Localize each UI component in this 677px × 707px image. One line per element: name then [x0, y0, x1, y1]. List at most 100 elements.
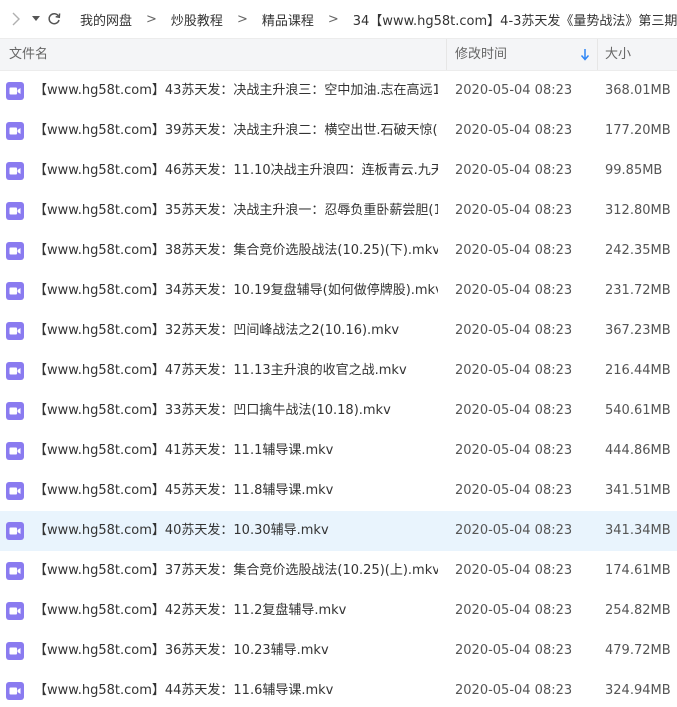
file-row[interactable]: 【www.hg58t.com】34苏天发：10.19复盘辅导(如何做停牌股).m… — [0, 271, 677, 311]
file-name[interactable]: 【www.hg58t.com】44苏天发：11.6辅导课.mkv — [34, 671, 438, 707]
video-file-icon — [6, 282, 24, 300]
file-row[interactable]: 【www.hg58t.com】38苏天发：集合竞价选股战法(10.25)(下).… — [0, 231, 677, 271]
column-divider[interactable] — [446, 39, 447, 70]
file-row[interactable]: 【www.hg58t.com】44苏天发：11.6辅导课.mkv 2020-05-… — [0, 671, 677, 707]
file-list: 【www.hg58t.com】43苏天发：决战主升浪三：空中加油.志在高远11.… — [0, 71, 677, 707]
video-file-icon — [6, 482, 24, 500]
file-modified-time: 2020-05-04 08:23 — [455, 443, 573, 458]
file-name[interactable]: 【www.hg58t.com】38苏天发：集合竞价选股战法(10.25)(下).… — [34, 231, 438, 271]
file-row[interactable]: 【www.hg58t.com】41苏天发：11.1辅导课.mkv 2020-05-… — [0, 431, 677, 471]
column-header-row: 文件名 修改时间 大小 — [0, 38, 677, 71]
file-row[interactable]: 【www.hg58t.com】45苏天发：11.8辅导课.mkv 2020-05-… — [0, 471, 677, 511]
file-row[interactable]: 【www.hg58t.com】33苏天发：凹口擒牛战法(10.18).mkv 20… — [0, 391, 677, 431]
file-size: 216.44MB — [605, 363, 671, 378]
file-name[interactable]: 【www.hg58t.com】47苏天发：11.13主升浪的收官之战.mkv — [34, 351, 438, 391]
file-size: 444.86MB — [605, 443, 671, 458]
video-file-icon — [6, 602, 24, 620]
file-size: 254.82MB — [605, 603, 671, 618]
video-file-icon — [6, 202, 24, 220]
file-name[interactable]: 【www.hg58t.com】37苏天发：集合竞价选股战法(10.25)(上).… — [34, 551, 438, 591]
file-modified-time: 2020-05-04 08:23 — [455, 643, 573, 658]
column-header-modified[interactable]: 修改时间 — [455, 39, 507, 70]
file-size: 231.72MB — [605, 283, 671, 298]
file-size: 540.61MB — [605, 403, 671, 418]
file-modified-time: 2020-05-04 08:23 — [455, 163, 573, 178]
file-modified-time: 2020-05-04 08:23 — [455, 203, 573, 218]
file-modified-time: 2020-05-04 08:23 — [455, 83, 573, 98]
file-name[interactable]: 【www.hg58t.com】33苏天发：凹口擒牛战法(10.18).mkv — [34, 391, 438, 431]
file-name[interactable]: 【www.hg58t.com】46苏天发：11.10决战主升浪四：连板青云.九天… — [34, 151, 438, 191]
breadcrumb-separator: > — [146, 11, 157, 27]
file-modified-time: 2020-05-04 08:23 — [455, 243, 573, 258]
file-size: 174.61MB — [605, 563, 671, 578]
file-row[interactable]: 【www.hg58t.com】40苏天发：10.30辅导.mkv 2020-05-… — [0, 511, 677, 551]
file-modified-time: 2020-05-04 08:23 — [455, 363, 573, 378]
file-row[interactable]: 【www.hg58t.com】46苏天发：11.10决战主升浪四：连板青云.九天… — [0, 151, 677, 191]
file-modified-time: 2020-05-04 08:23 — [455, 523, 573, 538]
file-size: 479.72MB — [605, 643, 671, 658]
chevron-right-icon[interactable] — [11, 9, 21, 29]
file-size: 242.35MB — [605, 243, 671, 258]
video-file-icon — [6, 122, 24, 140]
column-header-name[interactable]: 文件名 — [9, 39, 48, 70]
refresh-icon[interactable] — [47, 9, 61, 29]
video-file-icon — [6, 322, 24, 340]
sort-arrow-down-icon[interactable] — [580, 39, 590, 70]
breadcrumb-premium-courses[interactable]: 精品课程 — [262, 10, 314, 29]
file-name[interactable]: 【www.hg58t.com】41苏天发：11.1辅导课.mkv — [34, 431, 438, 471]
breadcrumb-stock-tutorials[interactable]: 炒股教程 — [171, 10, 223, 29]
video-file-icon — [6, 562, 24, 580]
file-modified-time: 2020-05-04 08:23 — [455, 483, 573, 498]
file-row[interactable]: 【www.hg58t.com】36苏天发：10.23辅导.mkv 2020-05-… — [0, 631, 677, 671]
file-name[interactable]: 【www.hg58t.com】39苏天发：决战主升浪二：横空出世.石破天惊(10… — [34, 111, 438, 151]
file-row[interactable]: 【www.hg58t.com】47苏天发：11.13主升浪的收官之战.mkv 20… — [0, 351, 677, 391]
breadcrumb-my-drive[interactable]: 我的网盘 — [80, 10, 132, 29]
file-name[interactable]: 【www.hg58t.com】32苏天发：凹间峰战法之2(10.16).mkv — [34, 311, 438, 351]
video-file-icon — [6, 362, 24, 380]
file-size: 367.23MB — [605, 323, 671, 338]
breadcrumb-separator: > — [327, 11, 339, 27]
column-header-size[interactable]: 大小 — [605, 39, 631, 70]
file-name[interactable]: 【www.hg58t.com】45苏天发：11.8辅导课.mkv — [34, 471, 438, 511]
file-name[interactable]: 【www.hg58t.com】36苏天发：10.23辅导.mkv — [34, 631, 438, 671]
file-modified-time: 2020-05-04 08:23 — [455, 603, 573, 618]
file-modified-time: 2020-05-04 08:23 — [455, 563, 573, 578]
file-name[interactable]: 【www.hg58t.com】40苏天发：10.30辅导.mkv — [34, 511, 438, 551]
file-name[interactable]: 【www.hg58t.com】42苏天发：11.2复盘辅导.mkv — [34, 591, 438, 631]
file-size: 177.20MB — [605, 123, 671, 138]
file-row[interactable]: 【www.hg58t.com】42苏天发：11.2复盘辅导.mkv 2020-05… — [0, 591, 677, 631]
column-divider[interactable] — [597, 39, 598, 70]
file-modified-time: 2020-05-04 08:23 — [455, 283, 573, 298]
file-row[interactable]: 【www.hg58t.com】39苏天发：决战主升浪二：横空出世.石破天惊(10… — [0, 111, 677, 151]
file-size: 341.51MB — [605, 483, 671, 498]
breadcrumb-current-folder[interactable]: 34【www.hg58t.com】4-3苏天发《量势战法》第三期 — [353, 10, 677, 29]
file-modified-time: 2020-05-04 08:23 — [455, 323, 573, 338]
file-size: 341.34MB — [605, 523, 671, 538]
video-file-icon — [6, 442, 24, 460]
file-size: 324.94MB — [605, 683, 671, 698]
file-size: 312.80MB — [605, 203, 671, 218]
file-row[interactable]: 【www.hg58t.com】37苏天发：集合竞价选股战法(10.25)(上).… — [0, 551, 677, 591]
file-name[interactable]: 【www.hg58t.com】35苏天发：决战主升浪一：忍辱负重卧薪尝胆(10.… — [34, 191, 438, 231]
file-row[interactable]: 【www.hg58t.com】43苏天发：决战主升浪三：空中加油.志在高远11.… — [0, 71, 677, 111]
video-file-icon — [6, 402, 24, 420]
file-size: 368.01MB — [605, 83, 671, 98]
video-file-icon — [6, 642, 24, 660]
file-row[interactable]: 【www.hg58t.com】32苏天发：凹间峰战法之2(10.16).mkv 2… — [0, 311, 677, 351]
breadcrumb-separator: > — [236, 11, 248, 27]
video-file-icon — [6, 162, 24, 180]
file-modified-time: 2020-05-04 08:23 — [455, 123, 573, 138]
caret-down-icon[interactable] — [32, 9, 40, 29]
file-manager-window: 我的网盘 > 炒股教程 > 精品课程 > 34【www.hg58t.com】4-… — [0, 0, 677, 707]
video-file-icon — [6, 522, 24, 540]
file-size: 99.85MB — [605, 163, 663, 178]
video-file-icon — [6, 242, 24, 260]
file-modified-time: 2020-05-04 08:23 — [455, 683, 573, 698]
file-row[interactable]: 【www.hg58t.com】35苏天发：决战主升浪一：忍辱负重卧薪尝胆(10.… — [0, 191, 677, 231]
video-file-icon — [6, 82, 24, 100]
file-modified-time: 2020-05-04 08:23 — [455, 403, 573, 418]
navigation-bar: 我的网盘 > 炒股教程 > 精品课程 > 34【www.hg58t.com】4-… — [0, 0, 677, 38]
video-file-icon — [6, 682, 24, 700]
file-name[interactable]: 【www.hg58t.com】34苏天发：10.19复盘辅导(如何做停牌股).m… — [34, 271, 438, 311]
file-name[interactable]: 【www.hg58t.com】43苏天发：决战主升浪三：空中加油.志在高远11.… — [34, 71, 438, 111]
